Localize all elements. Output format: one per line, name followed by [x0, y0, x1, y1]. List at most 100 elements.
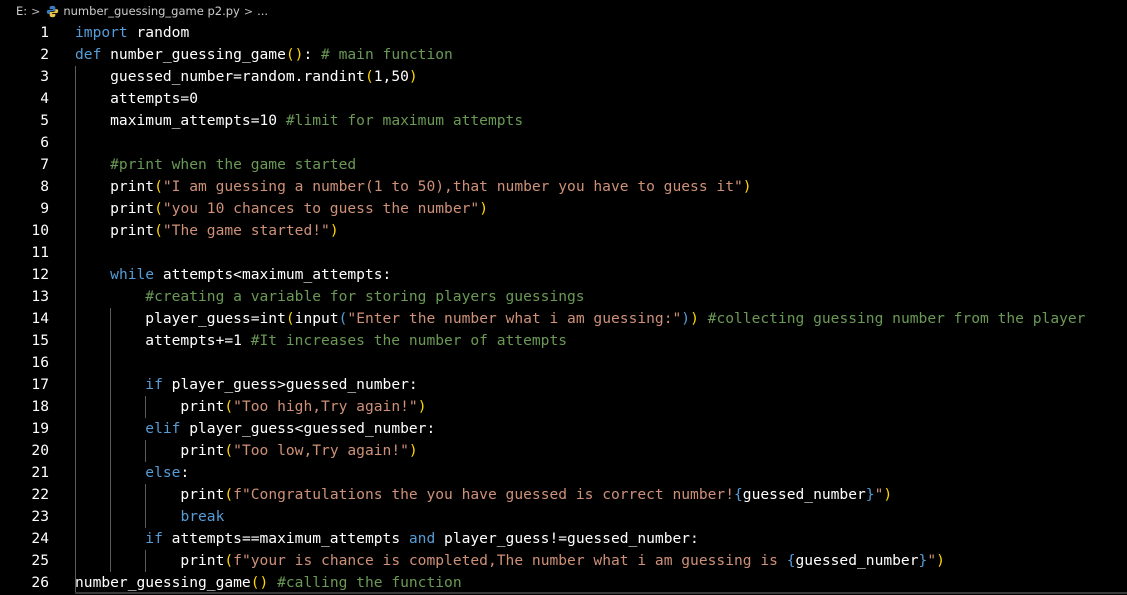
code-token: "I am guessing a number(1 to 50),that nu… — [162, 178, 743, 195]
code-line[interactable]: 18 print("Too high,Try again!") — [0, 396, 1127, 418]
code-text[interactable]: print("I am guessing a number(1 to 50),t… — [75, 176, 751, 198]
code-text[interactable]: else: — [75, 462, 189, 484]
code-token: print — [75, 398, 225, 415]
code-line[interactable]: 6 — [0, 132, 1127, 154]
code-line[interactable]: 13 #creating a variable for storing play… — [0, 286, 1127, 308]
code-line[interactable]: 21 else: — [0, 462, 1127, 484]
line-number: 3 — [40, 68, 49, 85]
line-number: 2 — [40, 46, 49, 63]
code-text[interactable]: break — [75, 506, 224, 528]
code-line[interactable]: 23 break — [0, 506, 1127, 528]
line-number: 10 — [31, 222, 49, 239]
code-text[interactable]: while attempts<maximum_attempts: — [75, 264, 391, 286]
code-token: { — [786, 552, 796, 569]
code-text[interactable]: player_guess=int(input("Enter the number… — [75, 308, 1085, 330]
line-number: 22 — [31, 486, 49, 503]
line-number: 17 — [31, 376, 49, 393]
code-token: ( — [154, 200, 163, 217]
code-line[interactable]: 24 if attempts==maximum_attempts and pla… — [0, 528, 1127, 550]
line-number: 26 — [31, 574, 49, 591]
code-text[interactable]: print(f"your is chance is completed,The … — [75, 550, 944, 572]
code-token: maximum_attempts=10 — [75, 112, 278, 129]
code-text[interactable]: if attempts==maximum_attempts and player… — [75, 528, 699, 550]
code-line[interactable]: 7 #print when the game started — [0, 154, 1127, 176]
code-line[interactable]: 25 print(f"your is chance is completed,T… — [0, 550, 1127, 572]
code-token: () — [285, 46, 304, 63]
code-text[interactable]: def number_guessing_game(): # main funct… — [75, 44, 453, 66]
code-line[interactable]: 11 — [0, 242, 1127, 264]
current-line-highlight — [75, 592, 1127, 594]
code-token: ( — [224, 486, 234, 503]
code-token: " — [927, 552, 937, 569]
code-token: ( — [364, 68, 374, 85]
code-text[interactable]: print("The game started!") — [75, 220, 338, 242]
code-line[interactable]: 15 attempts+=1 #It increases the number … — [0, 330, 1127, 352]
code-token: attempts==maximum_attempts — [162, 530, 409, 547]
code-line[interactable]: 12 while attempts<maximum_attempts: — [0, 264, 1127, 286]
breadcrumb-file[interactable]: number_guessing_game p2.py — [63, 4, 239, 18]
code-token: import — [75, 24, 128, 41]
line-number: 11 — [31, 244, 49, 261]
code-token: guessed_number=random.randint — [75, 68, 365, 85]
line-number: 20 — [31, 442, 49, 459]
code-text[interactable]: elif player_guess<guessed_number: — [75, 418, 435, 440]
code-token: : — [180, 464, 190, 481]
python-file-icon — [47, 5, 59, 17]
code-line[interactable]: 19 elif player_guess<guessed_number: — [0, 418, 1127, 440]
code-line[interactable]: 4 attempts=0 — [0, 88, 1127, 110]
line-number: 12 — [31, 266, 49, 283]
code-text[interactable]: print(f"Congratulations the you have gue… — [75, 484, 892, 506]
breadcrumb-more[interactable]: ... — [257, 4, 268, 18]
code-line[interactable]: 1 import random — [0, 22, 1127, 44]
line-number: 8 — [40, 178, 49, 195]
code-line[interactable]: 10 print("The game started!") — [0, 220, 1127, 242]
code-line[interactable]: 14 player_guess=int(input("Enter the num… — [0, 308, 1127, 330]
code-token: guessed_number — [742, 486, 866, 503]
code-text[interactable]: maximum_attempts=10 #limit for maximum a… — [75, 110, 523, 132]
code-text[interactable]: print("Too low,Try again!") — [75, 440, 417, 462]
code-text[interactable]: guessed_number=random.randint(1,50) — [75, 66, 418, 88]
code-token: ) — [408, 68, 418, 85]
code-token: } — [918, 552, 928, 569]
code-text[interactable]: #print when the game started — [75, 154, 356, 176]
code-token: #It increases the number of attempts — [241, 332, 568, 349]
code-token: "Too low,Try again!" — [233, 442, 409, 459]
code-editor[interactable]: 1 import random 2 def number_guessing_game(… — [0, 22, 1127, 595]
code-text[interactable]: attempts+=1 #It increases the number of … — [75, 330, 567, 352]
code-line[interactable]: 20 print("Too low,Try again!") — [0, 440, 1127, 462]
code-text[interactable]: number_guessing_game() #calling the func… — [75, 572, 462, 594]
code-token: "The game started!" — [162, 222, 330, 239]
code-token: attempts<maximum_attempts: — [154, 266, 392, 283]
line-number: 6 — [40, 134, 49, 151]
code-text[interactable]: #creating a variable for storing players… — [75, 286, 584, 308]
code-line[interactable]: 8 print("I am guessing a number(1 to 50)… — [0, 176, 1127, 198]
code-token: input — [294, 310, 339, 327]
breadcrumb-drive[interactable]: E: — [16, 4, 27, 18]
code-token: player_guess=int — [75, 310, 286, 327]
code-line[interactable]: 26 number_guessing_game() #calling the fu… — [0, 572, 1127, 594]
code-text[interactable]: import random — [75, 22, 189, 44]
code-text[interactable]: print("Too high,Try again!") — [75, 396, 426, 418]
code-line[interactable]: 22 print(f"Congratulations the you have … — [0, 484, 1127, 506]
code-text[interactable]: attempts=0 — [75, 88, 198, 110]
code-line[interactable]: 9 print("you 10 chances to guess the num… — [0, 198, 1127, 220]
code-line[interactable]: 3 guessed_number=random.randint(1,50) — [0, 66, 1127, 88]
code-token: #collecting guessing number from the pla… — [698, 310, 1086, 327]
code-token: elif — [145, 420, 181, 437]
code-line[interactable]: 16 — [0, 352, 1127, 374]
code-text[interactable]: if player_guess>guessed_number: — [75, 374, 417, 396]
code-line[interactable]: 2 def number_guessing_game(): # main func… — [0, 44, 1127, 66]
code-token: "you 10 chances to guess the number" — [162, 200, 480, 217]
code-token: ( — [154, 222, 163, 239]
code-token: player_guess!=guessed_number: — [435, 530, 699, 547]
code-token: ( — [224, 442, 234, 459]
line-number: 24 — [31, 530, 49, 547]
code-line[interactable]: 5 maximum_attempts=10 #limit for maximum… — [0, 110, 1127, 132]
code-token: random — [136, 24, 190, 41]
code-line[interactable]: 17 if player_guess>guessed_number: — [0, 374, 1127, 396]
code-text[interactable]: print("you 10 chances to guess the numbe… — [75, 198, 488, 220]
